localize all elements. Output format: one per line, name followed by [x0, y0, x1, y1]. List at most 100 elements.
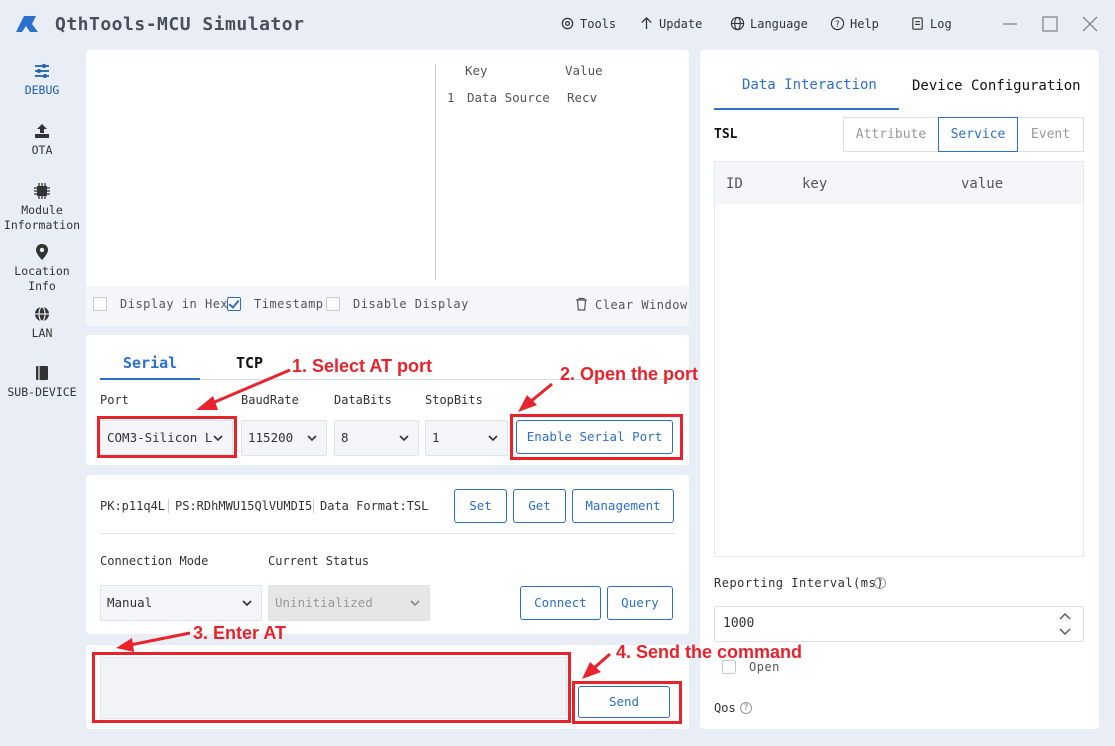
chip-icon — [34, 183, 50, 199]
sidebar-item-module-information[interactable]: Module Information — [0, 182, 84, 233]
book-icon — [36, 366, 48, 380]
stopbits-label: StopBits — [425, 393, 483, 407]
menu-help[interactable]: ? Help — [830, 16, 879, 31]
databits-select-value: 8 — [341, 430, 349, 445]
trash-icon[interactable] — [575, 297, 588, 311]
log-row-index: 1 — [447, 90, 455, 105]
chevron-down-icon — [307, 435, 317, 442]
tsl-col-key: key — [802, 176, 828, 192]
help-icon[interactable]: ? — [874, 577, 886, 589]
databits-label: DataBits — [334, 393, 392, 407]
app-title: QthTools-MCU Simulator — [55, 14, 305, 35]
tab-data-interaction[interactable]: Data Interaction — [742, 77, 877, 93]
separator — [168, 499, 169, 513]
globe-icon — [730, 16, 745, 31]
app-logo-icon — [16, 16, 38, 32]
chevron-up-icon[interactable] — [1059, 612, 1071, 620]
baudrate-label: BaudRate — [241, 393, 299, 407]
sidebar-item-location-info[interactable]: Location Info — [0, 243, 84, 294]
help-icon[interactable]: ? — [740, 702, 752, 714]
menu-language[interactable]: Language — [730, 16, 808, 31]
set-button[interactable]: Set — [454, 489, 507, 523]
annotation-box-enable — [510, 414, 683, 460]
chevron-down-icon — [410, 600, 420, 607]
log-icon — [912, 17, 923, 30]
segment-service[interactable]: Service — [938, 117, 1018, 152]
segment-attribute[interactable]: Attribute — [843, 117, 939, 152]
chevron-down-icon — [488, 435, 498, 442]
chevron-down-icon — [242, 600, 252, 607]
connect-button[interactable]: Connect — [520, 586, 601, 620]
maximize-icon[interactable] — [1040, 14, 1060, 34]
product-divider — [100, 533, 675, 534]
annotation-step3: 3. Enter AT — [193, 623, 287, 643]
sliders-icon — [35, 64, 49, 78]
svg-text:?: ? — [835, 19, 839, 29]
tab-tcp[interactable]: TCP — [236, 354, 263, 372]
segment-event[interactable]: Event — [1017, 117, 1084, 152]
product-key: PK:p11q4L — [100, 499, 166, 513]
tsl-col-id: ID — [726, 176, 743, 192]
menu-help-label: Help — [850, 16, 879, 31]
tsl-col-value: value — [961, 176, 1004, 192]
log-row-value: Recv — [567, 90, 598, 105]
menu-language-label: Language — [750, 16, 808, 31]
globe-icon — [35, 306, 49, 322]
baudrate-select-value: 115200 — [248, 430, 294, 445]
current-status-select: Uninitialized — [268, 585, 430, 621]
menu-log-label: Log — [930, 16, 952, 31]
clear-window-button[interactable]: Clear Window — [595, 298, 688, 312]
disable-display-label: Disable Display — [353, 297, 469, 311]
tsl-table-header: ID key value — [715, 162, 1083, 204]
tab-data-interaction-underline — [714, 108, 899, 110]
management-button[interactable]: Management — [572, 489, 674, 523]
sidebar-item-debug-label: DEBUG — [24, 83, 60, 97]
annotation-step2: 2. Open the port — [560, 364, 699, 384]
minimize-icon[interactable] — [1000, 14, 1020, 34]
port-label: Port — [100, 393, 129, 407]
sidebar-item-sub-device-label: SUB-DEVICE — [7, 385, 77, 399]
log-col-key: Key — [465, 63, 488, 78]
title-bar: QthTools-MCU Simulator Tools Update Lang… — [0, 0, 1115, 50]
menu-update[interactable]: Update — [639, 16, 702, 31]
display-hex-checkbox[interactable] — [93, 297, 107, 311]
connection-mode-select[interactable]: Manual — [100, 585, 262, 621]
disable-display-checkbox[interactable] — [326, 297, 340, 311]
timestamp-checkbox[interactable] — [227, 297, 241, 311]
sidebar-item-ota-label: OTA — [31, 143, 53, 157]
sidebar-item-lan-label: LAN — [31, 326, 53, 340]
query-button[interactable]: Query — [607, 586, 673, 620]
sidebar-item-location-label-1: Location — [14, 264, 70, 278]
annotation-box-port — [97, 416, 237, 458]
separator — [313, 499, 314, 513]
tab-serial[interactable]: Serial — [123, 354, 177, 372]
product-secret: PS:RDhMWU15QlVUMDI5 — [175, 499, 313, 513]
sidebar-item-location-label-2: Info — [28, 279, 56, 293]
close-icon[interactable] — [1080, 14, 1100, 34]
sidebar-item-lan[interactable]: LAN — [0, 305, 84, 341]
sidebar-item-sub-device[interactable]: SUB-DEVICE — [0, 364, 84, 400]
sidebar-item-debug[interactable]: DEBUG — [0, 62, 84, 98]
help-icon: ? — [830, 16, 845, 31]
chevron-down-icon[interactable] — [1059, 628, 1071, 636]
tab-serial-underline — [100, 378, 200, 380]
menu-tools[interactable]: Tools — [560, 16, 616, 31]
menu-log[interactable]: Log — [910, 16, 952, 31]
tsl-label: TSL — [714, 127, 738, 142]
sidebar-item-module-label-1: Module — [21, 203, 63, 217]
annotation-box-send — [572, 681, 682, 724]
annotation-step1: 1. Select AT port — [292, 356, 433, 376]
databits-select[interactable]: 8 — [334, 420, 419, 456]
reporting-interval-input[interactable]: 1000 — [714, 606, 1084, 642]
current-status-value: Uninitialized — [275, 595, 373, 610]
menu-tools-label: Tools — [580, 16, 617, 31]
upload-icon — [35, 124, 49, 138]
get-button[interactable]: Get — [513, 489, 566, 523]
sidebar-item-ota[interactable]: OTA — [0, 122, 84, 158]
baudrate-select[interactable]: 115200 — [241, 420, 327, 456]
timestamp-label: Timestamp — [254, 297, 324, 311]
stopbits-select[interactable]: 1 — [425, 420, 508, 456]
tab-device-configuration[interactable]: Device Configuration — [912, 78, 1081, 94]
reporting-interval-value: 1000 — [723, 616, 755, 631]
reporting-interval-label: Reporting Interval(ms) — [714, 576, 884, 590]
